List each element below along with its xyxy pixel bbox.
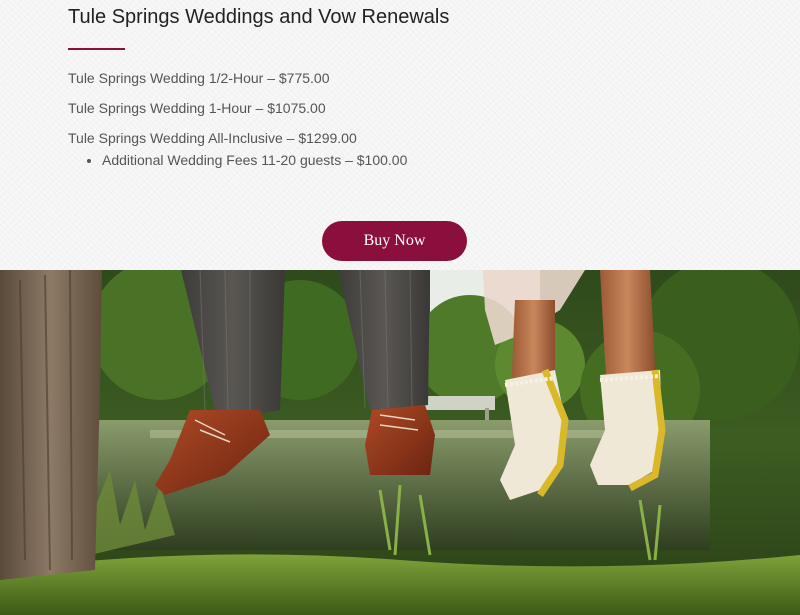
buy-now-button[interactable]: Buy Now [322,221,467,261]
page-title: Tule Springs Weddings and Vow Renewals [68,6,450,28]
additional-fees-list: Additional Wedding Fees 11-20 guests – $… [86,152,407,168]
price-item-one-hour: Tule Springs Wedding 1-Hour – $1075.00 [68,100,326,116]
wedding-photo [0,270,800,615]
title-divider [68,48,125,50]
price-item-half-hour: Tule Springs Wedding 1/2-Hour – $775.00 [68,70,330,86]
price-item-all-inclusive: Tule Springs Wedding All-Inclusive – $12… [68,130,357,146]
list-item-guest-fee: Additional Wedding Fees 11-20 guests – $… [102,152,407,168]
